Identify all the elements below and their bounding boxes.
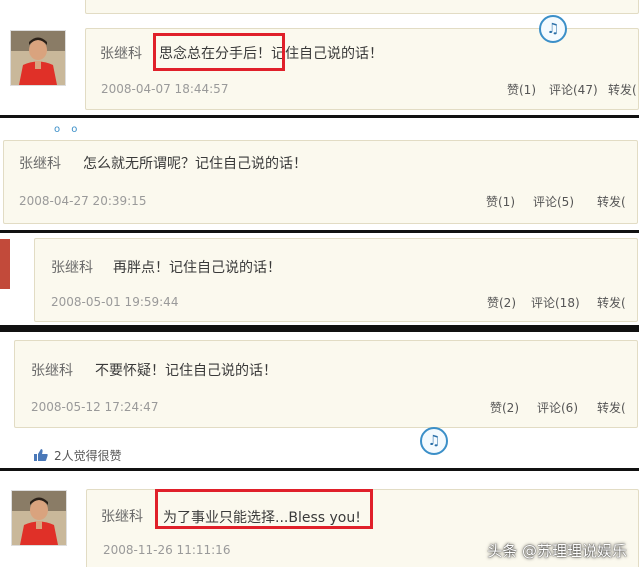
comment-link[interactable]: 评论(47)	[549, 81, 598, 98]
post-date: 2008-04-27 20:39:15	[19, 194, 147, 208]
post-message: 怎么就无所谓呢？记住自己说的话！	[83, 156, 307, 172]
post-date: 2008-05-01 19:59:44	[51, 295, 179, 309]
divider	[0, 325, 639, 332]
highlight-box	[155, 489, 373, 529]
post-message: 不要怀疑！记住自己说的话！	[95, 363, 277, 379]
post-panel-5: 张继科 为了事业只能选择...Bless you! 2008-11-26 11:…	[0, 471, 639, 567]
avatar-photo	[11, 31, 65, 85]
post-panel-1: 张继科 思念总在分手后！记住自己说的话！ ♫ 2008-04-07 18:44:…	[0, 0, 639, 115]
comment-link[interactable]: 评论(5)	[533, 193, 574, 210]
author-name[interactable]: 张继科	[19, 153, 61, 173]
like-link[interactable]: 赞(2)	[487, 294, 516, 311]
repost-link[interactable]: 转发(	[597, 193, 626, 210]
like-link[interactable]: 赞(2)	[490, 399, 519, 416]
avatar-photo	[12, 491, 66, 545]
comment-link[interactable]: 评论(18)	[531, 294, 580, 311]
author-name[interactable]: 张继科	[101, 506, 143, 526]
avatar[interactable]	[11, 490, 67, 546]
post-date: 2008-11-26 11:11:16	[103, 543, 231, 557]
watermark: 头条 @苏理理说娱乐	[487, 542, 627, 560]
highlight-box	[153, 33, 285, 71]
author-name[interactable]: 张继科	[100, 43, 142, 63]
like-link[interactable]: 赞(1)	[507, 81, 536, 98]
post-date: 2008-05-12 17:24:47	[31, 400, 159, 414]
thumbs-up-icon	[34, 449, 48, 461]
weibo-logo-icon: ♫	[539, 15, 567, 43]
post-panel-4: 张继科 不要怀疑！记住自己说的话！ 2008-05-12 17:24:47 赞(…	[0, 332, 639, 468]
repost-link[interactable]: 转发(	[597, 399, 626, 416]
comment-link[interactable]: 评论(6)	[537, 399, 578, 416]
likes-text: 2人觉得很赞	[54, 449, 122, 463]
avatar[interactable]	[10, 30, 66, 86]
repost-link[interactable]: 转发(	[608, 81, 637, 98]
post-panel-3: 张继科 再胖点！记住自己说的话！ 2008-05-01 19:59:44 赞(2…	[0, 233, 639, 325]
avatar-photo	[0, 239, 10, 289]
like-link[interactable]: 赞(1)	[486, 193, 515, 210]
likes-summary[interactable]: 2人觉得很赞	[34, 447, 122, 464]
post-panel-2: o o 张继科 怎么就无所谓呢？记住自己说的话！ 2008-04-27 20:3…	[0, 118, 639, 230]
post-date: 2008-04-07 18:44:57	[101, 82, 229, 96]
post-message: 再胖点！记住自己说的话！	[113, 260, 281, 276]
decoration-dots: o o	[54, 124, 82, 135]
repost-link[interactable]: 转发(	[597, 294, 626, 311]
message-text: 记住自己说的话！	[271, 46, 383, 62]
author-name[interactable]: 张继科	[31, 360, 73, 380]
avatar[interactable]	[0, 239, 10, 289]
post-card	[85, 0, 639, 14]
author-name[interactable]: 张继科	[51, 257, 93, 277]
weibo-logo-icon: ♫	[420, 427, 448, 455]
